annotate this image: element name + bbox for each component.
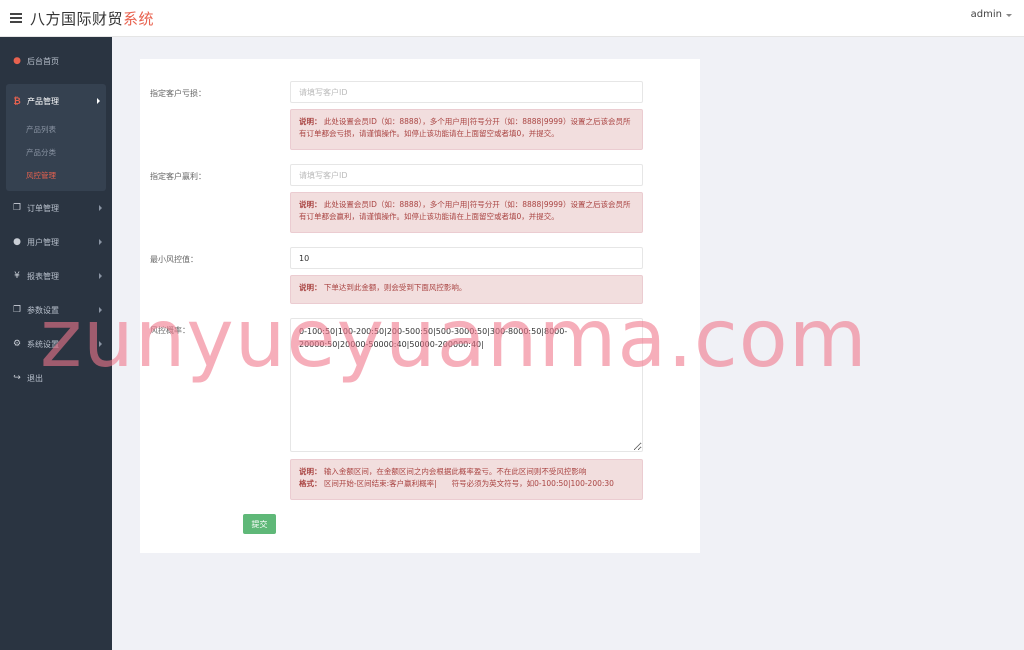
min-risk-note: 说明： 下单达到此金额，则会受到下面风控影响。 [290, 275, 643, 304]
sidebar-item-orders[interactable]: ❐ 订单管理 [0, 191, 112, 225]
sidebar-item-label: 订单管理 [27, 203, 59, 213]
sidebar-item-label: 用户管理 [27, 237, 59, 247]
loss-customer-label: 指定客户亏损： [150, 89, 206, 98]
chevron-right-icon [99, 273, 102, 279]
sign-out-icon: ↪ [13, 373, 21, 383]
copy-icon: ❐ [12, 203, 22, 213]
sidebar-item-home[interactable]: ● 后台首页 [0, 44, 112, 78]
brand-accent: 系统 [123, 9, 155, 28]
loss-customer-note: 说明： 此处设置会员ID（如：8888），多个用户用|符号分开（如：8888|9… [290, 109, 643, 150]
sidebar-item-products[interactable]: ₿ 产品管理 [6, 84, 106, 118]
chevron-right-icon [99, 307, 102, 313]
menu-toggle-icon[interactable] [10, 13, 22, 23]
brand-main: 八方国际财贸 [30, 9, 124, 28]
chevron-right-icon [99, 341, 102, 347]
loss-customer-input[interactable] [290, 81, 643, 103]
sidebar-item-reports[interactable]: ¥ 报表管理 [0, 259, 112, 293]
submit-button[interactable]: 提交 [243, 514, 276, 534]
risk-rate-label: 风控概率： [150, 326, 190, 335]
copy-icon: ❐ [12, 305, 22, 315]
top-header: 八方国际财贸系统 admin [0, 0, 1024, 37]
sidebar-item-label: 产品管理 [27, 96, 59, 106]
sidebar-item-label: 报表管理 [27, 271, 59, 281]
bitcoin-icon: ₿ [13, 96, 21, 107]
dashboard-icon: ● [13, 56, 21, 66]
risk-control-form: 指定客户亏损： 说明： 此处设置会员ID（如：8888），多个用户用|符号分开（… [140, 59, 700, 553]
sidebar-item-params[interactable]: ❐ 参数设置 [0, 293, 112, 327]
risk-rate-note: 说明： 输入金额区间，在金额区间之内会根据此概率盈亏。不在此区间则不受风控影响 … [290, 459, 643, 500]
min-risk-input[interactable] [290, 247, 643, 269]
sidebar-subitem-product-category[interactable]: 产品分类 [6, 141, 106, 164]
user-menu[interactable]: admin [971, 9, 1012, 20]
brand-title: 八方国际财贸系统 [30, 8, 154, 29]
risk-rate-textarea[interactable]: 0-100:50|100-200:50|200-500:50|500-3000:… [290, 318, 643, 452]
user-icon: ● [13, 237, 21, 247]
user-name: admin [970, 9, 1002, 20]
win-customer-label: 指定客户赢利： [150, 172, 206, 181]
sidebar-item-system[interactable]: ⚙ 系统设置 [0, 327, 112, 361]
sidebar-item-label: 后台首页 [27, 56, 59, 66]
chevron-right-icon [99, 239, 102, 245]
sidebar-item-label: 系统设置 [27, 339, 59, 349]
sidebar-group-products: ₿ 产品管理 产品列表 产品分类 风控管理 [6, 84, 106, 191]
sidebar: ● 后台首页 ₿ 产品管理 产品列表 产品分类 风控管理 ❐ 订单管理 ● 用户… [0, 37, 112, 650]
caret-down-icon [1006, 14, 1012, 17]
win-customer-input[interactable] [290, 164, 643, 186]
sidebar-subitem-product-list[interactable]: 产品列表 [6, 118, 106, 141]
chevron-right-icon [97, 98, 100, 104]
sidebar-item-label: 参数设置 [27, 305, 59, 315]
win-customer-note: 说明： 此处设置会员ID（如：8888），多个用户用|符号分开（如：8888|9… [290, 192, 643, 233]
sidebar-item-label: 退出 [27, 373, 43, 383]
sidebar-item-logout[interactable]: ↪ 退出 [0, 361, 112, 395]
gears-icon: ⚙ [12, 339, 22, 349]
sidebar-item-users[interactable]: ● 用户管理 [0, 225, 112, 259]
chevron-right-icon [99, 205, 102, 211]
yen-icon: ¥ [14, 271, 20, 281]
sidebar-subitem-risk-control[interactable]: 风控管理 [6, 164, 106, 187]
min-risk-label: 最小风控值： [150, 255, 198, 264]
